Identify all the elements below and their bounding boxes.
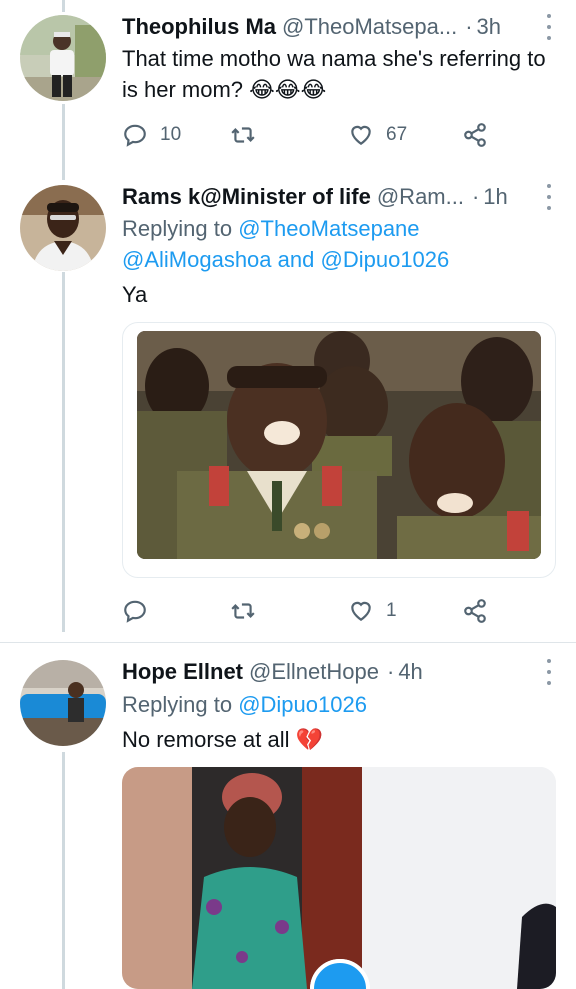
laughing-emoji: 😂😂😂: [249, 77, 327, 102]
retweet-icon: [231, 603, 255, 619]
like-count: 67: [386, 124, 408, 145]
user-handle[interactable]: @Ram...: [377, 182, 464, 212]
like-button[interactable]: 67: [348, 120, 407, 150]
replying-to: Replying to @Dipuo1026: [122, 689, 554, 720]
share-button[interactable]: [462, 596, 488, 626]
broken-heart-emoji: 💔: [295, 727, 324, 752]
separator-dot: ·: [386, 659, 395, 684]
replying-to: Replying to @TheoMatsepane @AliMogashoa …: [122, 213, 554, 275]
display-name[interactable]: Theophilus Ma: [122, 12, 276, 42]
tweet-text: That time motho wa nama she's referring …: [122, 43, 554, 105]
avatar[interactable]: [20, 660, 106, 746]
like-count: 1: [386, 600, 397, 621]
separator-dot: ·: [471, 184, 480, 209]
tweet[interactable]: Theophilus Ma @TheoMatsepa... · 3h That …: [0, 0, 576, 170]
tweet-header: Hope Ellnet @EllnetHope · 4h: [122, 657, 554, 687]
reply-button[interactable]: 10: [122, 120, 181, 150]
reply-count: 10: [160, 124, 182, 145]
reply-icon: [124, 600, 146, 623]
mention-link[interactable]: @Dipuo1026: [238, 692, 367, 717]
tweet-image[interactable]: [122, 322, 556, 578]
retweet-icon: [231, 127, 255, 143]
tweet-video[interactable]: [122, 767, 556, 989]
tweet-body: No remorse at all: [122, 727, 290, 752]
tweet-header: Rams k@Minister of life @Ram... · 1h: [122, 182, 554, 212]
replying-label: Replying to: [122, 692, 233, 717]
tweet-divider: [0, 642, 576, 643]
reply-icon: [124, 124, 146, 147]
tweet-body: That time motho wa nama she's referring …: [122, 46, 546, 102]
share-icon: [464, 599, 486, 623]
mention-link[interactable]: @TheoMatsepane: [238, 216, 419, 241]
heart-icon: [351, 601, 371, 621]
like-button[interactable]: 1: [348, 596, 397, 626]
mention-link[interactable]: @Dipuo1026: [321, 247, 450, 272]
tweet-actions: 1: [122, 596, 536, 626]
display-name[interactable]: Rams k@Minister of life: [122, 182, 371, 212]
avatar[interactable]: [20, 185, 106, 271]
separator-dot: ·: [465, 14, 473, 39]
tweet-body: Ya: [122, 282, 148, 307]
user-handle[interactable]: @TheoMatsepa...: [282, 12, 457, 42]
timestamp[interactable]: 1h: [483, 182, 507, 212]
share-icon: [464, 123, 486, 147]
retweet-button[interactable]: [230, 120, 256, 150]
retweet-button[interactable]: [230, 596, 256, 626]
more-icon[interactable]: [544, 14, 554, 40]
share-button[interactable]: [462, 120, 488, 150]
tweet-text: No remorse at all 💔: [122, 724, 554, 755]
timestamp[interactable]: 3h: [477, 12, 501, 42]
timestamp[interactable]: 4h: [398, 657, 422, 687]
more-icon[interactable]: [544, 184, 554, 210]
tweet[interactable]: Rams k@Minister of life @Ram... · 1h Rep…: [0, 170, 576, 640]
mention-link[interactable]: @AliMogashoa: [122, 247, 272, 272]
avatar[interactable]: [20, 15, 106, 101]
more-icon[interactable]: [544, 659, 554, 685]
replying-and: and: [277, 247, 315, 272]
replying-label: Replying to: [122, 216, 233, 241]
tweet-actions: 10 67: [122, 120, 536, 150]
display-name[interactable]: Hope Ellnet: [122, 657, 243, 687]
heart-icon: [351, 125, 371, 145]
tweet[interactable]: Hope Ellnet @EllnetHope · 4h Replying to…: [0, 645, 576, 989]
reply-button[interactable]: [122, 596, 148, 626]
user-handle[interactable]: @EllnetHope: [249, 657, 379, 687]
tweet-header: Theophilus Ma @TheoMatsepa... · 3h: [122, 12, 554, 42]
